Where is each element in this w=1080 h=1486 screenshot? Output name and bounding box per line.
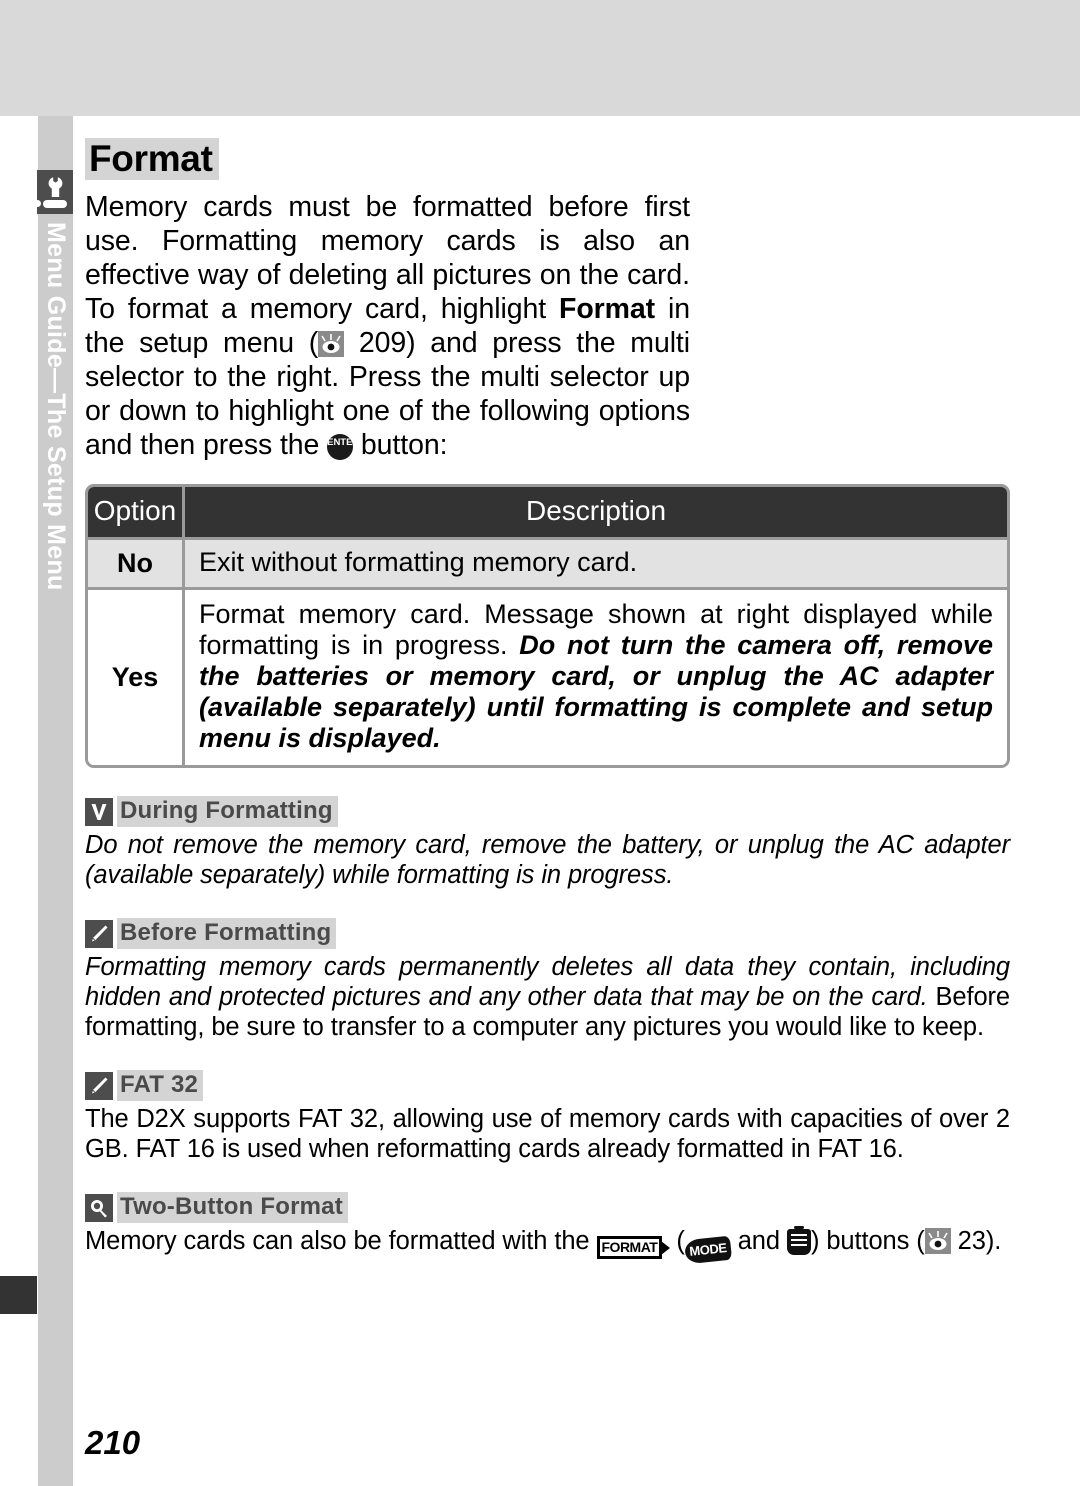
two-button-text-mid2: and (730, 1227, 787, 1256)
note-title: Two-Button Format (117, 1192, 348, 1224)
two-button-text-before: Memory cards can also be formatted with … (85, 1227, 597, 1256)
note-heading: Two-Button Format (85, 1192, 1010, 1224)
option-cell-yes: Yes (88, 587, 185, 766)
setup-icon-bar (34, 200, 67, 208)
format-options-table: Option Description No Exit without forma… (85, 484, 1010, 769)
two-button-ref-page: 23 (957, 1227, 986, 1256)
magnifier-icon (85, 1193, 113, 1222)
note-body-italic: Formatting memory cards permanently dele… (85, 953, 1010, 1012)
note-during-formatting: During Formatting Do not remove the memo… (85, 796, 1010, 890)
two-button-body: Memory cards can also be formatted with … (85, 1226, 1010, 1265)
note-title: During Formatting (117, 796, 338, 828)
note-two-button-format: Two-Button Format Memory cards can also … (85, 1192, 1010, 1265)
column-header-option: Option (88, 487, 185, 538)
two-button-text-mid1: ( (669, 1227, 685, 1256)
wrench-setup-icon (34, 170, 73, 214)
note-heading: FAT 32 (85, 1070, 1010, 1102)
note-heading: Before Formatting (85, 918, 1010, 950)
pencil-icon (85, 919, 113, 948)
option-cell-no: No (88, 537, 185, 588)
enter-icon-label: ENTER (327, 437, 353, 449)
enter-button-icon: ENTER (327, 434, 354, 461)
table-row: Yes Format memory card. Message shown at… (88, 587, 1007, 766)
note-fat32: FAT 32 The D2X supports FAT 32, allowing… (85, 1070, 1010, 1164)
page-title: Format (85, 138, 219, 181)
column-header-description: Description (185, 487, 1007, 538)
description-cell-no: Exit without formatting memory card. (185, 537, 1007, 588)
eye-reference-icon (924, 1228, 951, 1255)
note-body: The D2X supports FAT 32, allowing use of… (85, 1105, 1010, 1164)
intro-text-4: button: (353, 429, 448, 462)
sidebar-section-label: Menu Guide—The Setup Menu (42, 222, 70, 591)
format-button-icon: FORMAT (596, 1236, 671, 1260)
caution-checkmark-icon (85, 797, 113, 826)
table-header-row: Option Description (88, 487, 1007, 538)
note-body: Formatting memory cards permanently dele… (85, 952, 1010, 1042)
page-content: Format Memory cards must be formatted be… (85, 138, 1010, 1265)
table-row: No Exit without formatting memory card. (88, 537, 1007, 588)
description-cell-yes: Format memory card. Message shown at rig… (185, 587, 1007, 766)
trash-button-icon (786, 1226, 811, 1256)
note-title: Before Formatting (117, 918, 337, 950)
two-button-text-after: ). (985, 1227, 1002, 1256)
intro-ref-page: 209 (358, 327, 407, 360)
note-heading: During Formatting (85, 796, 1010, 828)
intro-paragraph: Memory cards must be formatted before fi… (85, 190, 690, 462)
note-title: FAT 32 (117, 1070, 204, 1102)
mode-button-icon: MODE (683, 1235, 732, 1265)
note-body: Do not remove the memory card, remove th… (85, 831, 1010, 890)
sidebar-tab-marker (0, 1276, 37, 1314)
intro-bold-format: Format (559, 293, 656, 326)
page-top-band (0, 0, 1080, 116)
page-number: 210 (85, 1424, 141, 1461)
eye-reference-icon (318, 331, 345, 358)
pencil-icon (85, 1071, 113, 1100)
note-before-formatting: Before Formatting Formatting memory card… (85, 918, 1010, 1042)
two-button-text-mid3: ) buttons ( (810, 1227, 925, 1256)
